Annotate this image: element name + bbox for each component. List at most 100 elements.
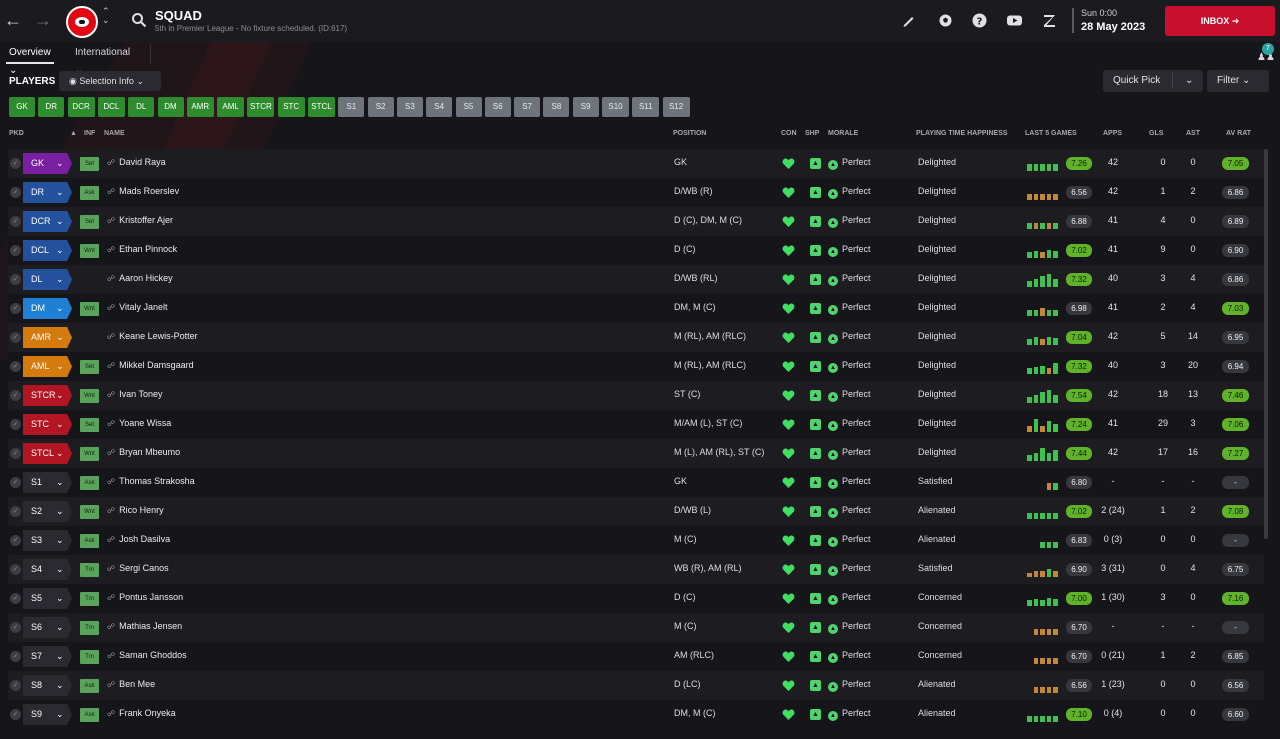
back-arrow-icon[interactable]: ← xyxy=(4,10,22,30)
club-switch-chevron-icon[interactable]: ⌃ ⌄ xyxy=(102,7,110,25)
col-ast[interactable]: AST xyxy=(1186,130,1200,137)
picked-position-dropdown[interactable]: DL ⌄ xyxy=(23,269,72,290)
player-name-cell[interactable]: ☍ David Raya xyxy=(107,157,166,167)
player-name[interactable]: Mathias Jensen xyxy=(119,621,182,631)
picked-position-dropdown[interactable]: STCL ⌄ xyxy=(23,443,72,464)
select-check-icon[interactable]: ✓ xyxy=(10,477,21,488)
picked-position-dropdown[interactable]: S5 ⌄ xyxy=(23,588,72,609)
selection-info-button[interactable]: ◉ Selection Info ⌄ xyxy=(59,71,161,91)
table-row[interactable]: ✓ S3 ⌄ Ask ☍ Josh Dasilva M (C) ▲ ▲ Perfect Aliena… xyxy=(8,526,1264,555)
table-row[interactable]: ✓ STCR ⌄ Wnt ☍ Ivan Toney ST (C) ▲ ▲ Perfect Delig… xyxy=(8,381,1264,410)
pencil-icon[interactable] xyxy=(900,12,917,29)
player-name[interactable]: Kristoffer Ajer xyxy=(119,215,173,225)
select-check-icon[interactable]: ✓ xyxy=(10,332,21,343)
quick-pick-button[interactable]: Quick Pick ⌄ xyxy=(1103,70,1203,92)
player-name[interactable]: Bryan Mbeumo xyxy=(119,447,180,457)
select-check-icon[interactable]: ✓ xyxy=(10,361,21,372)
tab-overview[interactable]: Overview ⌄ xyxy=(6,44,54,76)
picked-position-dropdown[interactable]: S1 ⌄ xyxy=(23,472,72,493)
position-button-dl[interactable]: DL xyxy=(128,97,155,117)
player-name-cell[interactable]: ☍ Sergi Canos xyxy=(107,563,169,573)
sort-arrow-icon[interactable]: ▲ xyxy=(70,130,77,137)
table-row[interactable]: ✓ S6 ⌄ Tm ☍ Mathias Jensen M (C) ▲ ▲ Perfect Conce… xyxy=(8,613,1264,642)
forward-arrow-icon[interactable]: → xyxy=(34,10,52,30)
table-row[interactable]: ✓ S4 ⌄ Tm ☍ Sergi Canos WB (R), AM (RL) ▲ ▲ Perfe… xyxy=(8,555,1264,584)
table-row[interactable]: ✓ S9 ⌄ Ask ☍ Frank Onyeka DM, M (C) ▲ ▲ Perfect Al… xyxy=(8,700,1264,729)
col-shp[interactable]: SHP xyxy=(805,130,819,137)
tab-international[interactable]: International ⌄ xyxy=(72,44,133,76)
position-button-dr[interactable]: DR xyxy=(38,97,65,117)
z-logo-icon[interactable] xyxy=(1041,12,1058,29)
game-date[interactable]: Sun 0:00 28 May 2023 xyxy=(1072,8,1145,33)
position-button-stc[interactable]: STC xyxy=(277,97,305,117)
position-button-dm[interactable]: DM xyxy=(157,97,184,117)
player-name[interactable]: Ethan Pinnock xyxy=(119,244,177,254)
col-name[interactable]: NAME xyxy=(104,130,125,137)
player-name-cell[interactable]: ☍ Vitaly Janelt xyxy=(107,302,167,312)
player-name-cell[interactable]: ☍ Saman Ghoddos xyxy=(107,650,187,660)
player-name[interactable]: Aaron Hickey xyxy=(119,273,173,283)
player-name[interactable]: Keane Lewis-Potter xyxy=(119,331,198,341)
col-apps[interactable]: APPS xyxy=(1103,130,1122,137)
select-check-icon[interactable]: ✓ xyxy=(10,158,21,169)
select-check-icon[interactable]: ✓ xyxy=(10,680,21,691)
position-button-dcr[interactable]: DCR xyxy=(67,97,95,117)
player-name-cell[interactable]: ☍ Frank Onyeka xyxy=(107,708,176,718)
position-button-stcr[interactable]: STCR xyxy=(247,97,275,117)
player-name-cell[interactable]: ☍ Mikkel Damsgaard xyxy=(107,360,194,370)
picked-position-dropdown[interactable]: DCR ⌄ xyxy=(23,211,72,232)
picked-position-dropdown[interactable]: S4 ⌄ xyxy=(23,559,72,580)
table-row[interactable]: ✓ S5 ⌄ Tm ☍ Pontus Jansson D (C) ▲ ▲ Perfect Conce… xyxy=(8,584,1264,613)
player-name[interactable]: Thomas Strakosha xyxy=(119,476,195,486)
table-row[interactable]: ✓ DR ⌄ Ask ☍ Mads Roerslev D/WB (R) ▲ ▲ Perfect De… xyxy=(8,178,1264,207)
football-icon[interactable] xyxy=(937,12,954,29)
picked-position-dropdown[interactable]: DM ⌄ xyxy=(23,298,72,319)
select-check-icon[interactable]: ✓ xyxy=(10,564,21,575)
search-icon[interactable] xyxy=(131,12,147,28)
picked-position-dropdown[interactable]: S7 ⌄ xyxy=(23,646,72,667)
player-name-cell[interactable]: ☍ Bryan Mbeumo xyxy=(107,447,180,457)
select-check-icon[interactable]: ✓ xyxy=(10,274,21,285)
col-av-rat[interactable]: AV RAT xyxy=(1226,130,1251,137)
player-name[interactable]: Yoane Wissa xyxy=(119,418,171,428)
select-check-icon[interactable]: ✓ xyxy=(10,593,21,604)
player-name-cell[interactable]: ☍ Ben Mee xyxy=(107,679,155,689)
picked-position-dropdown[interactable]: S6 ⌄ xyxy=(23,617,72,638)
picked-position-dropdown[interactable]: STC ⌄ xyxy=(23,414,72,435)
player-name[interactable]: Sergi Canos xyxy=(119,563,169,573)
player-name[interactable]: David Raya xyxy=(119,157,166,167)
table-row[interactable]: ✓ STCL ⌄ Wnt ☍ Bryan Mbeumo M (L), AM (RL), ST… xyxy=(8,439,1264,468)
quick-pick-chevron-icon[interactable]: ⌄ xyxy=(1185,70,1193,92)
player-name-cell[interactable]: ☍ Mathias Jensen xyxy=(107,621,182,631)
player-name[interactable]: Ivan Toney xyxy=(119,389,162,399)
select-check-icon[interactable]: ✓ xyxy=(10,216,21,227)
col-position[interactable]: POSITION xyxy=(673,130,706,137)
player-name-cell[interactable]: ☍ Aaron Hickey xyxy=(107,273,173,283)
table-row[interactable]: ✓ S2 ⌄ Wnt ☍ Rico Henry D/WB (L) ▲ ▲ Perfect Alien… xyxy=(8,497,1264,526)
help-icon[interactable]: ? xyxy=(971,12,988,29)
player-name[interactable]: Saman Ghoddos xyxy=(119,650,187,660)
select-check-icon[interactable]: ✓ xyxy=(10,245,21,256)
table-row[interactable]: ✓ DCL ⌄ Wnt ☍ Ethan Pinnock D (C) ▲ ▲ Perfect Deli… xyxy=(8,236,1264,265)
player-name[interactable]: Mikkel Damsgaard xyxy=(119,360,194,370)
col-last-5-games[interactable]: LAST 5 GAMES xyxy=(1025,130,1077,137)
table-row[interactable]: ✓ AML ⌄ Set ☍ Mikkel Damsgaard M (RL), AM (RLC… xyxy=(8,352,1264,381)
player-name[interactable]: Frank Onyeka xyxy=(119,708,176,718)
player-name-cell[interactable]: ☍ Kristoffer Ajer xyxy=(107,215,173,225)
player-name-cell[interactable]: ☍ Thomas Strakosha xyxy=(107,476,195,486)
player-name-cell[interactable]: ☍ Ivan Toney xyxy=(107,389,162,399)
table-row[interactable]: ✓ S7 ⌄ Tm ☍ Saman Ghoddos AM (RLC) ▲ ▲ Perfect Con… xyxy=(8,642,1264,671)
position-button-s11[interactable]: S11 xyxy=(632,97,660,117)
player-name[interactable]: Mads Roerslev xyxy=(119,186,179,196)
club-crest-icon[interactable] xyxy=(66,6,98,38)
player-name-cell[interactable]: ☍ Rico Henry xyxy=(107,505,164,515)
picked-position-dropdown[interactable]: DCL ⌄ xyxy=(23,240,72,261)
select-check-icon[interactable]: ✓ xyxy=(10,448,21,459)
position-button-stcl[interactable]: STCL xyxy=(308,97,335,117)
picked-position-dropdown[interactable]: GK ⌄ xyxy=(23,153,72,174)
table-row[interactable]: ✓ S8 ⌄ Ask ☍ Ben Mee D (LC) ▲ ▲ Perfect Alienated 6… xyxy=(8,671,1264,700)
select-check-icon[interactable]: ✓ xyxy=(10,651,21,662)
col-gls[interactable]: GLS xyxy=(1149,130,1163,137)
select-check-icon[interactable]: ✓ xyxy=(10,709,21,720)
picked-position-dropdown[interactable]: STCR ⌄ xyxy=(23,385,72,406)
